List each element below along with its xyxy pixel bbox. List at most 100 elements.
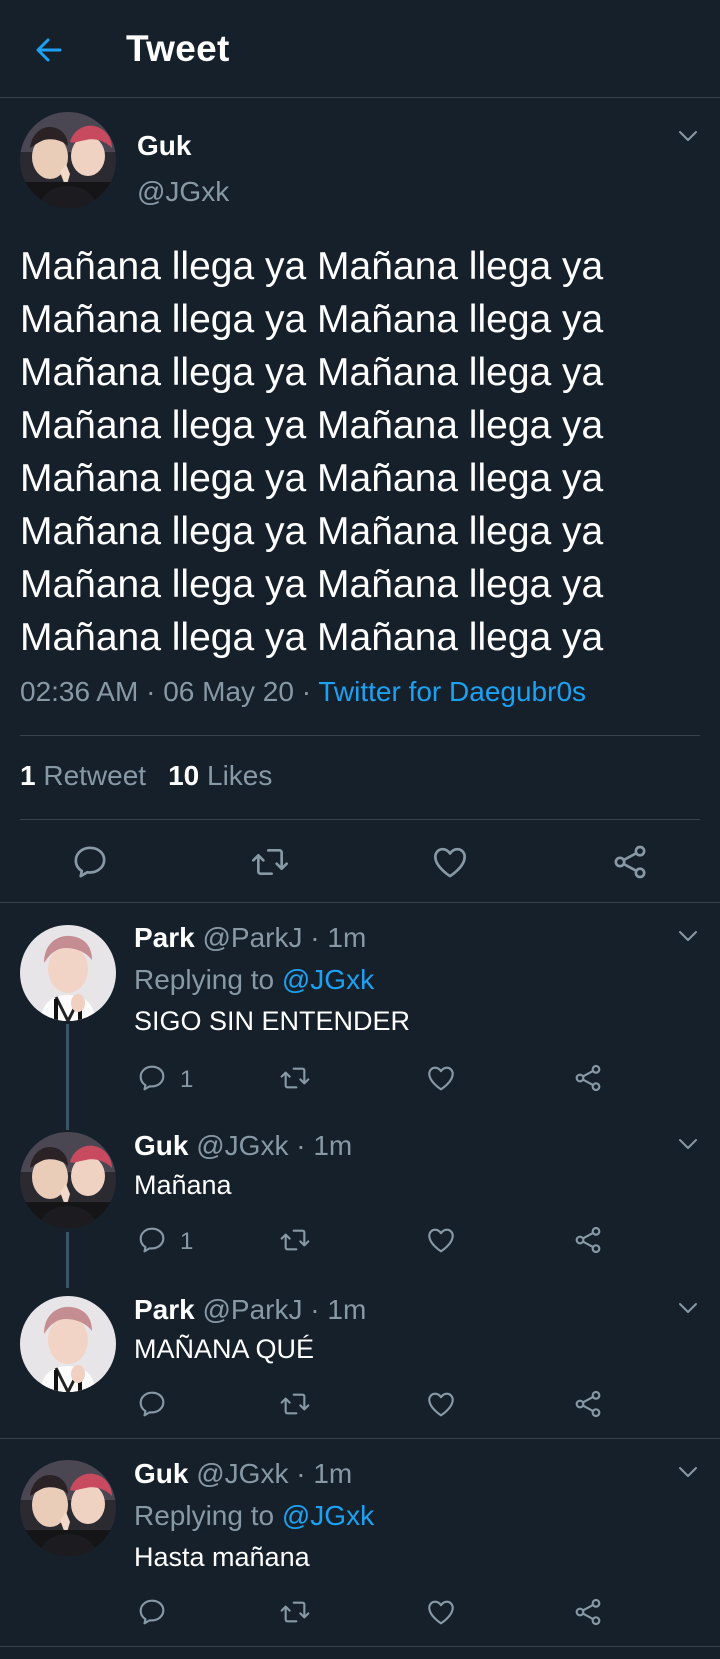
like-button[interactable] [430, 842, 470, 882]
reply-avatar[interactable] [20, 925, 116, 1021]
thread-connector [66, 1232, 69, 1288]
retweet-icon [279, 1224, 311, 1256]
tweet-text-line: Mañana llega ya Mañana llega ya [20, 351, 604, 394]
share-icon [572, 1388, 604, 1420]
retweet-button[interactable] [279, 1388, 311, 1420]
replying-mention[interactable]: @JGxk [282, 1500, 374, 1531]
chevron-down-icon[interactable] [676, 1464, 706, 1484]
share-button[interactable] [572, 1224, 604, 1256]
reply-author-name[interactable]: Park [134, 922, 195, 953]
tweet-text-line: Mañana llega ya Mañana llega ya [20, 298, 604, 341]
tweet-text-line: Mañana llega ya Mañana llega ya [20, 457, 604, 500]
reply-button[interactable] [136, 1224, 168, 1256]
retweet-button[interactable] [279, 1062, 311, 1094]
back-arrow-icon [36, 38, 62, 62]
replying-label: Replying to [134, 964, 275, 995]
like-button[interactable] [425, 1062, 457, 1094]
like-button[interactable] [425, 1224, 457, 1256]
reply-header: Park @ParkJ · 1m [134, 922, 367, 953]
reply-text: Hasta mañana [134, 1542, 310, 1572]
like-icon [425, 1062, 457, 1094]
reply-author-handle: @ParkJ [202, 922, 303, 953]
reply-text: SIGO SIN ENTENDER [134, 1006, 411, 1036]
thread-connector [66, 1024, 69, 1130]
reply-header: Guk @JGxk · 1m [134, 1130, 353, 1161]
chevron-down-icon[interactable] [676, 128, 706, 148]
reply-button[interactable] [136, 1596, 168, 1628]
reply-count: 1 [180, 1228, 194, 1255]
divider [20, 819, 700, 820]
tweet-date: 06 May 20 [163, 676, 294, 707]
tweet-stats: 1 Retweet 10 Likes [20, 760, 272, 792]
reply-icon [136, 1062, 168, 1094]
replying-to: Replying to @JGxk [134, 1500, 374, 1532]
share-button[interactable] [572, 1596, 604, 1628]
author-handle[interactable]: @JGxk [137, 176, 229, 208]
retweet-count: 1 [20, 760, 36, 791]
retweet-button[interactable] [279, 1224, 311, 1256]
reply-author-handle: @JGxk [196, 1458, 289, 1489]
likes-stat[interactable]: 10 Likes [168, 760, 272, 791]
tweet-meta: 02:36 AM · 06 May 20 · Twitter for Daegu… [20, 676, 587, 707]
share-button[interactable] [572, 1388, 604, 1420]
reply-avatar[interactable] [20, 1460, 116, 1556]
reply-time: 1m [327, 922, 367, 953]
chevron-down-icon[interactable] [676, 928, 706, 948]
retweets-stat[interactable]: 1 Retweet [20, 760, 146, 791]
reply-button[interactable] [136, 1388, 168, 1420]
retweet-label: Retweet [43, 760, 147, 791]
reply-header: Guk @JGxk · 1m [134, 1458, 353, 1489]
author-name[interactable]: Guk [137, 130, 191, 162]
tweet-text-line: Mañana llega ya Mañana llega ya [20, 510, 604, 553]
reply-avatar[interactable] [20, 1132, 116, 1228]
retweet-icon [279, 1388, 311, 1420]
reply-author-name[interactable]: Guk [134, 1458, 188, 1489]
reply-header: Park @ParkJ · 1m [134, 1294, 367, 1325]
tweet-text-line: Mañana llega ya Mañana llega ya [20, 563, 604, 606]
page-title: Tweet [126, 28, 230, 69]
share-icon [572, 1062, 604, 1094]
divider [0, 1438, 720, 1439]
like-icon [430, 842, 470, 882]
chevron-down-icon[interactable] [676, 1136, 706, 1156]
tweet-text-line: Mañana llega ya Mañana llega ya [20, 616, 604, 659]
retweet-icon [279, 1062, 311, 1094]
like-button[interactable] [425, 1388, 457, 1420]
likes-label: Likes [207, 760, 273, 791]
tweet-text-line: Mañana llega ya Mañana llega ya [20, 245, 604, 288]
retweet-button[interactable] [250, 842, 290, 882]
reply-author-name[interactable]: Park [134, 1294, 195, 1325]
reply-avatar[interactable] [20, 1296, 116, 1392]
replying-mention[interactable]: @JGxk [282, 964, 374, 995]
like-button[interactable] [425, 1596, 457, 1628]
reply-button[interactable] [70, 842, 110, 882]
replying-to: Replying to @JGxk [134, 964, 374, 996]
like-icon [425, 1388, 457, 1420]
tweet-text-line: Mañana llega ya Mañana llega ya [20, 404, 604, 447]
reply-author-name[interactable]: Guk [134, 1130, 188, 1161]
reply-time: 1m [313, 1130, 353, 1161]
reply-icon [136, 1596, 168, 1628]
reply-time: 1m [327, 1294, 367, 1325]
back-button[interactable] [30, 30, 70, 70]
reply-text: Mañana [134, 1170, 232, 1200]
like-icon [425, 1596, 457, 1628]
like-count: 10 [168, 760, 200, 791]
share-icon [572, 1596, 604, 1628]
share-button[interactable] [572, 1062, 604, 1094]
chevron-down-icon[interactable] [676, 1300, 706, 1320]
tweet-source-link[interactable]: Twitter for Daegubr0s [318, 676, 586, 707]
author-avatar[interactable] [20, 112, 116, 208]
reply-icon [136, 1388, 168, 1420]
retweet-icon [250, 842, 290, 882]
share-button[interactable] [610, 842, 650, 882]
reply-button[interactable] [136, 1062, 168, 1094]
reply-text: MAÑANA QUÉ [134, 1334, 315, 1364]
replying-label: Replying to [134, 1500, 275, 1531]
divider [0, 902, 720, 903]
retweet-button[interactable] [279, 1596, 311, 1628]
reply-time: 1m [313, 1458, 353, 1489]
tweet-text: Mañana llega ya Mañana llega ya Mañana l… [20, 240, 700, 664]
reply-icon [70, 842, 110, 882]
retweet-icon [279, 1596, 311, 1628]
